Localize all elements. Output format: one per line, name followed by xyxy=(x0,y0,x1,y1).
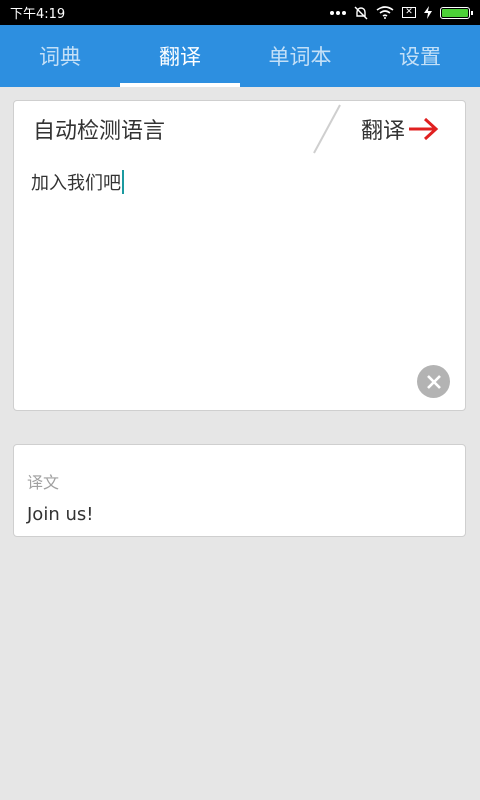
battery-icon xyxy=(440,6,473,19)
more-dots-icon xyxy=(330,10,346,16)
status-bar: 下午4:19 ✕ xyxy=(0,0,480,25)
status-icons: ✕ xyxy=(330,6,473,20)
divider-slash xyxy=(313,104,341,154)
sim-x-icon: ✕ xyxy=(402,7,416,18)
wifi-icon xyxy=(376,6,394,19)
translate-button[interactable]: 翻译 xyxy=(361,113,439,145)
battery-level xyxy=(442,8,468,17)
close-icon xyxy=(426,374,442,390)
tab-bar: 词典 翻译 单词本 设置 xyxy=(0,25,480,87)
tab-translate[interactable]: 翻译 xyxy=(120,25,240,87)
text-cursor xyxy=(122,170,124,194)
tab-wordbook[interactable]: 单词本 xyxy=(240,25,360,87)
output-label: 译文 xyxy=(27,473,60,492)
translate-button-label: 翻译 xyxy=(360,119,405,144)
tab-dictionary[interactable]: 词典 xyxy=(0,25,120,87)
tab-settings[interactable]: 设置 xyxy=(360,25,480,87)
source-text: 加入我们吧 xyxy=(31,173,121,194)
source-language-selector[interactable]: 自动检测语言 xyxy=(33,113,165,145)
translated-text[interactable]: Join us! xyxy=(27,504,93,525)
bell-muted-icon xyxy=(354,6,368,20)
clear-button[interactable] xyxy=(417,365,450,398)
charging-icon xyxy=(424,6,432,19)
language-row: 自动检测语言 翻译 xyxy=(14,101,465,157)
arrow-right-icon xyxy=(407,117,439,141)
input-card: 自动检测语言 翻译 加入我们吧 xyxy=(13,100,466,411)
source-text-input[interactable]: 加入我们吧 xyxy=(31,169,124,195)
output-card: 译文 Join us! xyxy=(13,444,466,537)
status-time: 下午4:19 xyxy=(10,7,66,22)
